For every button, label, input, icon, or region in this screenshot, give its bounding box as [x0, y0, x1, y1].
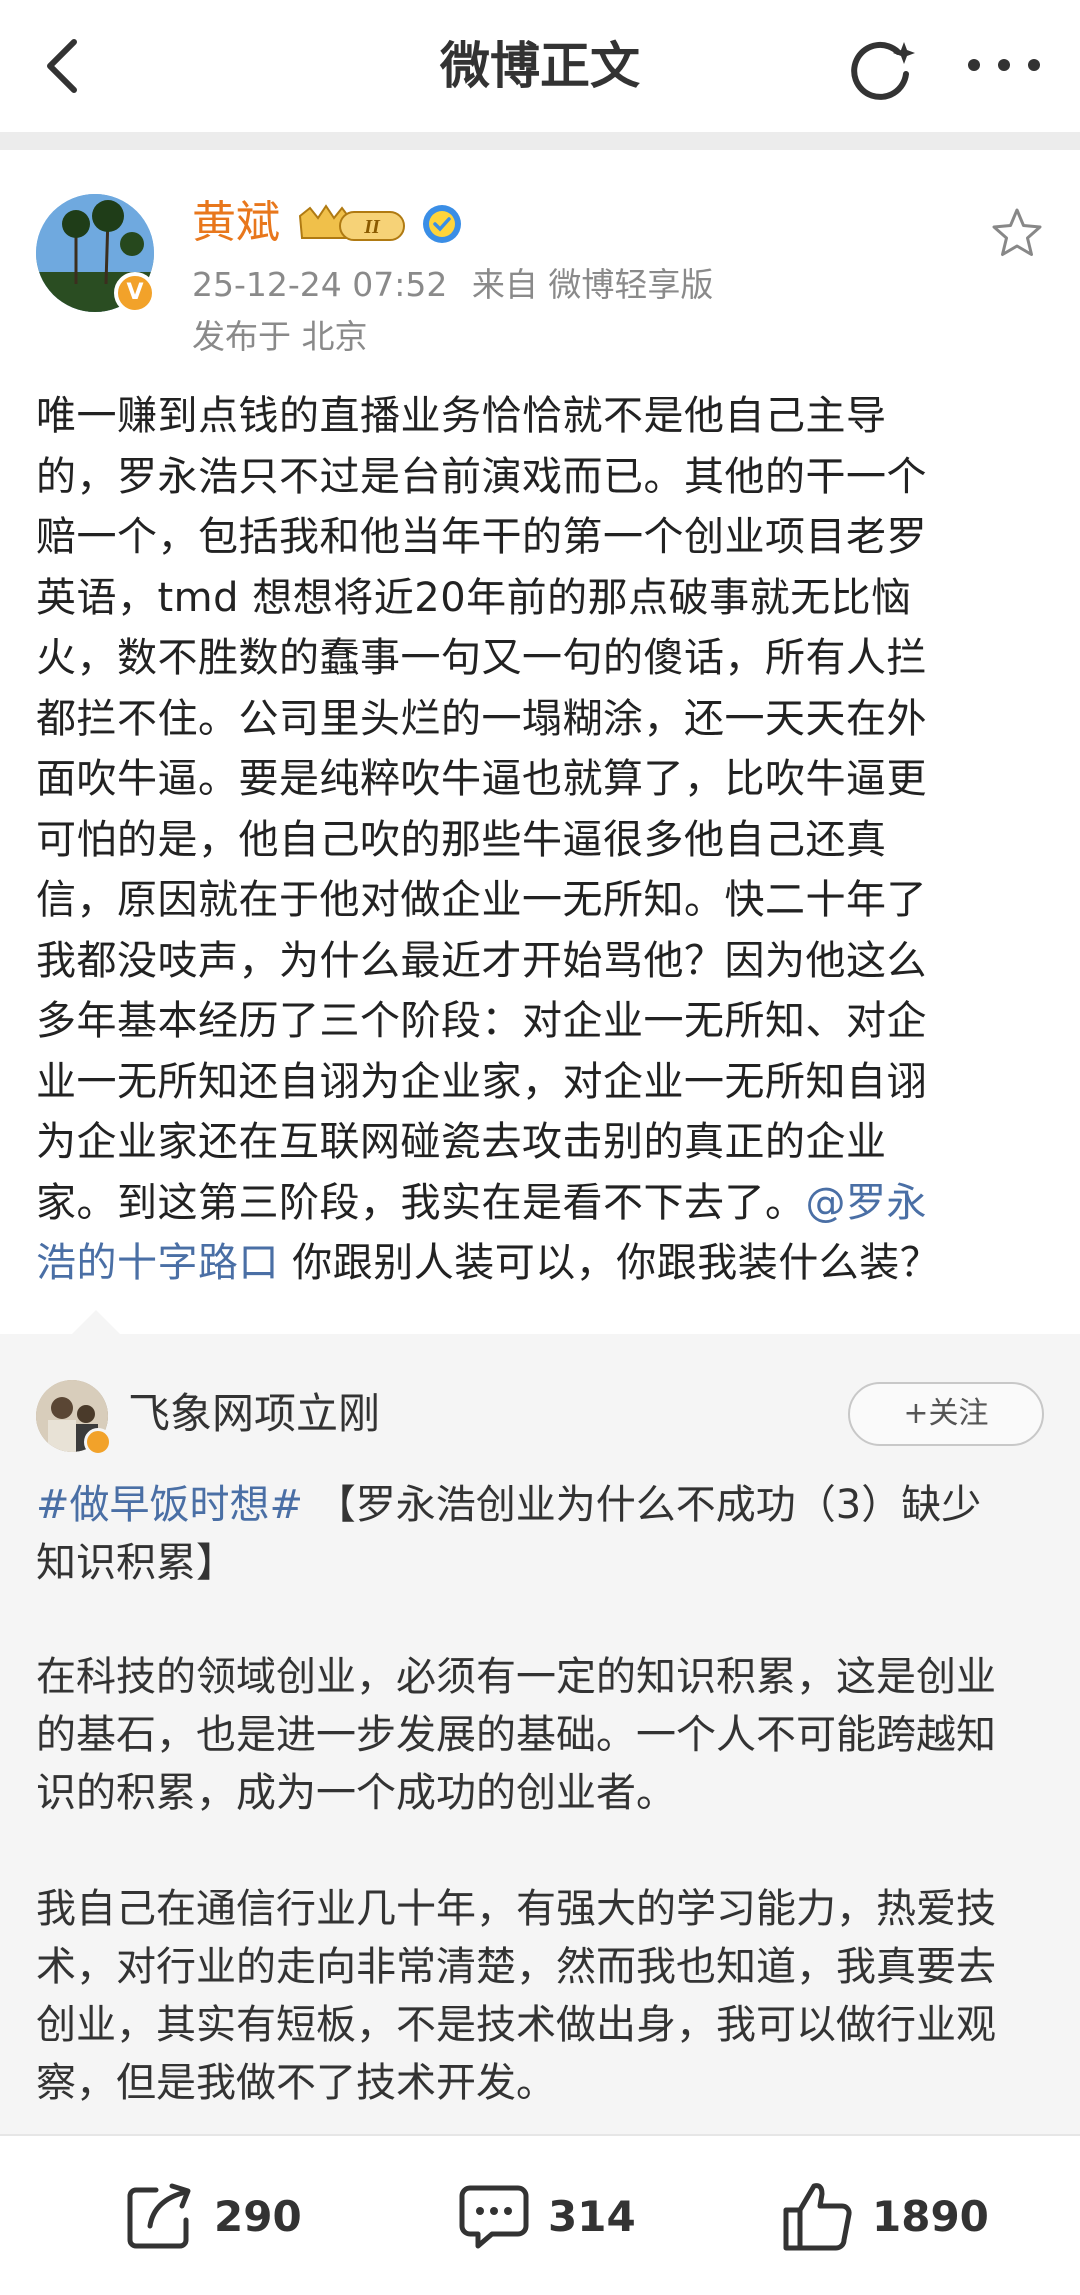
post-line: 浩的十字路口 你跟别人装可以，你跟我装什么装？ — [36, 1233, 1046, 1294]
post-line: 为企业家还在互联网碰瓷去攻击别的真正的企业 — [36, 1119, 887, 1165]
top-nav-bar: 微博正文 — [0, 0, 1080, 132]
author-name[interactable]: 黄斌 — [192, 196, 280, 250]
post-line: 火，数不胜数的蠢事一句又一句的傻话，所有人拦 — [36, 635, 927, 681]
repost-button[interactable]: 290 — [122, 2176, 302, 2256]
retweet-line: 识的积累，成为一个成功的创业者。 — [36, 1770, 676, 1816]
retweet-title-line: #做早饭时想# 【罗永浩创业为什么不成功（3）缺少 — [36, 1476, 1046, 1534]
retweet-line: 创业，其实有短板，不是技术做出身，我可以做行业观 — [36, 2002, 996, 2048]
comment-count: 314 — [548, 2191, 636, 2241]
action-bar: 290 314 1890 — [0, 2136, 1080, 2295]
post-source[interactable]: 来自 微博轻享版 — [472, 265, 714, 304]
like-count: 1890 — [872, 2191, 989, 2241]
page-title: 微博正文 — [440, 37, 640, 95]
retweet-line: 的基石，也是进一步发展的基础。一个人不可能跨越知 — [36, 1712, 996, 1758]
thumbs-up-icon — [783, 2183, 852, 2251]
comment-button[interactable]: 314 — [456, 2176, 636, 2256]
post-line: 面吹牛逼。要是纯粹吹牛逼也就算了，比吹牛逼更 — [36, 756, 927, 802]
retweet-line: 在科技的领域创业，必须有一定的知识积累，这是创业 — [36, 1654, 996, 1700]
post-line: 英语，tmd 想想将近20年前的那点破事就无比恼 — [36, 574, 912, 621]
favorite-star-icon[interactable] — [990, 206, 1044, 260]
post-line: 的，罗永浩只不过是台前演戏而已。其他的干一个 — [36, 453, 927, 500]
post-line: 唯一赚到点钱的直播业务恰恰就不是他自己主导 — [36, 393, 887, 439]
post-line: 信，原因就在于他对做企业一无所知。快二十年了 — [36, 877, 927, 923]
mention-link[interactable]: @罗永 — [806, 1180, 928, 1226]
post-meta: 25-12-24 07:52 来自 微博轻享版 — [192, 264, 713, 306]
mention-link-cont[interactable]: 浩的十字路口 — [36, 1240, 279, 1286]
retweet-title: #做早饭时想# 【罗永浩创业为什么不成功（3）缺少 知识积累】 — [36, 1476, 1046, 1592]
retweet-line: 术，对行业的走向非常清楚，然而我也知道，我真要去 — [36, 1944, 996, 1990]
follow-button[interactable]: +关注 — [848, 1382, 1044, 1446]
retweet-title-text: 【罗永浩创业为什么不成功（3）缺少 — [303, 1482, 982, 1528]
retweet-title-line: 知识积累】 — [36, 1540, 236, 1586]
post-line: 都拦不住。公司里头烂的一塌糊涂，还一天天在外 — [36, 695, 927, 742]
post-line-text: 你跟别人装可以，你跟我装什么装？ — [279, 1240, 941, 1286]
retweet-paragraph-2: 我自己在通信行业几十年，有强大的学习能力，热爱技 术，对行业的走向非常清楚，然而… — [36, 1880, 1046, 2112]
retweet-pointer — [70, 1310, 122, 1336]
topic-hashtag-link[interactable]: #做早饭时想# — [36, 1482, 303, 1528]
vip-level-label: II — [363, 216, 381, 238]
post-line: 家。到这第三阶段，我实在是看不下去了。@罗永 — [36, 1173, 1046, 1234]
retweet-author-name[interactable]: 飞象网项立刚 — [128, 1386, 380, 1442]
post-line: 可怕的是，他自己吹的那些牛逼很多他自己还真 — [36, 816, 887, 863]
post-line: 我都没吱声，为什么最近才开始骂他？因为他这么 — [36, 937, 927, 984]
refresh-icon[interactable] — [846, 34, 916, 104]
post-line: 业一无所知还自诩为企业家，对企业一无所知自诩 — [36, 1058, 927, 1105]
post-timestamp: 25-12-24 07:52 — [192, 265, 448, 304]
repost-icon — [127, 2183, 191, 2249]
verified-medal-icon — [423, 205, 461, 243]
retweet-line: 我自己在通信行业几十年，有强大的学习能力，热爱技 — [36, 1886, 996, 1932]
like-button[interactable]: 1890 — [780, 2176, 989, 2256]
post-location: 发布于 北京 — [192, 317, 368, 356]
verified-user-badge — [84, 1428, 112, 1456]
post-line: 赔一个，包括我和他当年干的第一个创业项目老罗 — [36, 514, 927, 560]
post-line: 多年基本经历了三个阶段：对企业一无所知、对企 — [36, 998, 927, 1044]
retweet-paragraph-1: 在科技的领域创业，必须有一定的知识积累，这是创业 的基石，也是进一步发展的基础。… — [36, 1648, 1046, 1822]
repost-count: 290 — [214, 2191, 302, 2241]
more-options-icon[interactable] — [962, 40, 1046, 90]
post-content: 唯一赚到点钱的直播业务恰恰就不是他自己主导 的，罗永浩只不过是台前演戏而已。其他… — [36, 386, 1046, 1294]
retweet-line: 察，但是我做不了技术开发。 — [36, 2060, 556, 2106]
verified-user-badge: V — [114, 272, 156, 314]
post-line-text: 家。到这第三阶段，我实在是看不下去了。 — [36, 1179, 806, 1226]
section-divider — [0, 132, 1080, 150]
comment-icon — [459, 2185, 529, 2249]
vip-crown-badge-icon[interactable]: II — [296, 202, 408, 246]
